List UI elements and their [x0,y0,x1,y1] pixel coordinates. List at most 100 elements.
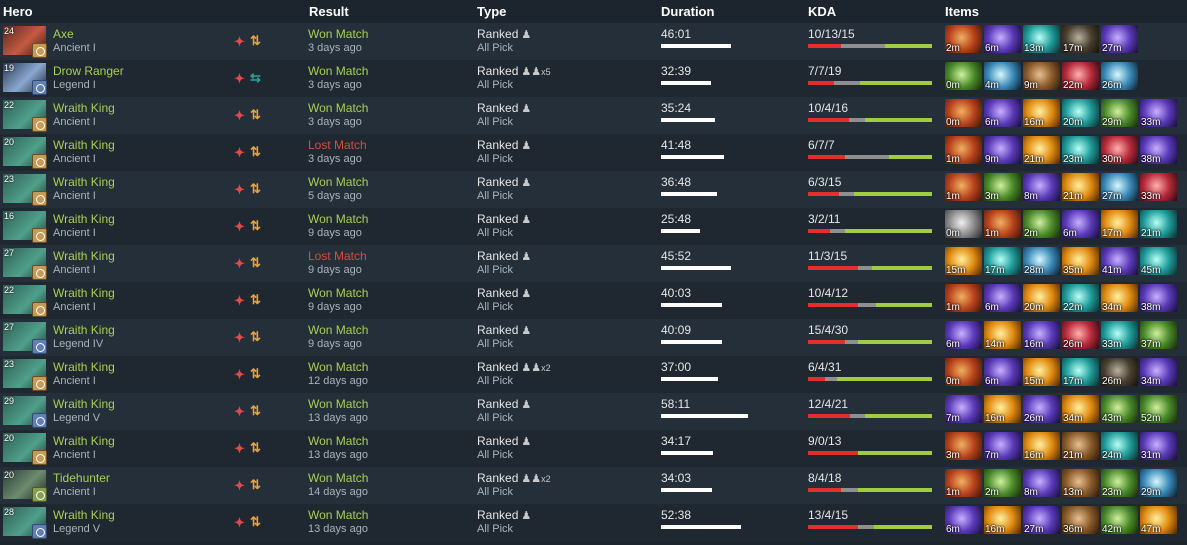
match-result-link[interactable]: Won Match [308,101,368,115]
hero-name-link[interactable]: Wraith King [53,434,115,448]
item-icon[interactable]: 0m [945,62,982,90]
item-icon[interactable]: 1m [945,284,982,312]
item-icon[interactable]: 9m [984,136,1021,164]
item-icon[interactable]: 38m [1140,136,1177,164]
item-icon[interactable]: 27m [1023,506,1060,534]
item-icon[interactable]: 15m [1023,358,1060,386]
match-result-link[interactable]: Lost Match [308,138,367,152]
item-icon[interactable]: 43m [1101,395,1138,423]
match-result-link[interactable]: Won Match [308,508,368,522]
item-icon[interactable]: 14m [984,321,1021,349]
item-icon[interactable]: 26m [1101,358,1138,386]
item-icon[interactable]: 4m [984,62,1021,90]
item-icon[interactable]: 38m [1140,284,1177,312]
item-icon[interactable]: 34m [1062,395,1099,423]
header-result[interactable]: Result [309,4,349,19]
table-row[interactable]: 24 Axe Ancient I ✦ ⇅ Won Match 3 days ago Ranke… [0,23,1187,60]
hero-name-link[interactable]: Wraith King [53,101,115,115]
item-icon[interactable]: 27m [1101,25,1138,53]
hero-name-link[interactable]: Wraith King [53,138,115,152]
item-icon[interactable]: 8m [1023,173,1060,201]
hero-name-link[interactable]: Wraith King [53,286,115,300]
match-result-link[interactable]: Won Match [308,323,368,337]
item-icon[interactable]: 2m [945,25,982,53]
item-icon[interactable]: 47m [1140,506,1177,534]
table-row[interactable]: 20 Tidehunter Ancient I ✦ ⇅ Won Match 14 days … [0,467,1187,504]
item-icon[interactable]: 16m [984,395,1021,423]
table-row[interactable]: 22 Wraith King Ancient I ✦ ⇅ Won Match 3 days … [0,97,1187,134]
match-result-link[interactable]: Won Match [308,64,368,78]
item-icon[interactable]: 17m [1062,25,1099,53]
table-row[interactable]: 23 Wraith King Ancient I ✦ ⇅ Won Match 12 days… [0,356,1187,393]
item-icon[interactable]: 17m [1101,210,1138,238]
table-row[interactable]: 20 Wraith King Ancient I ✦ ⇅ Won Match 13 days… [0,430,1187,467]
item-icon[interactable]: 26m [1062,321,1099,349]
table-row[interactable]: 28 Wraith King Legend V ✦ ⇅ Won Match 13 days … [0,504,1187,541]
table-row[interactable]: 27 Wraith King Legend IV ✦ ⇅ Won Match 9 days … [0,319,1187,356]
hero-name-link[interactable]: Tidehunter [53,471,110,485]
hero-name-link[interactable]: Wraith King [53,397,115,411]
item-icon[interactable]: 6m [984,99,1021,127]
table-row[interactable]: 22 Wraith King Ancient I ✦ ⇅ Won Match 9 days … [0,282,1187,319]
hero-name-link[interactable]: Drow Ranger [53,64,124,78]
item-icon[interactable]: 29m [1140,469,1177,497]
item-icon[interactable]: 6m [945,506,982,534]
header-kda[interactable]: KDA [808,4,836,19]
match-result-link[interactable]: Won Match [308,397,368,411]
table-row[interactable]: 20 Wraith King Ancient I ✦ ⇅ Lost Match 3 days… [0,134,1187,171]
item-icon[interactable]: 52m [1140,395,1177,423]
table-row[interactable]: 23 Wraith King Ancient I ✦ ⇅ Won Match 5 days … [0,171,1187,208]
item-icon[interactable]: 20m [1062,99,1099,127]
hero-name-link[interactable]: Wraith King [53,360,115,374]
item-icon[interactable]: 3m [945,432,982,460]
item-icon[interactable]: 30m [1101,136,1138,164]
item-icon[interactable]: 2m [984,469,1021,497]
match-result-link[interactable]: Won Match [308,434,368,448]
match-result-link[interactable]: Won Match [308,212,368,226]
item-icon[interactable]: 0m [945,99,982,127]
hero-name-link[interactable]: Axe [53,27,74,41]
item-icon[interactable]: 1m [984,210,1021,238]
item-icon[interactable]: 26m [1101,62,1138,90]
item-icon[interactable]: 21m [1140,210,1177,238]
item-icon[interactable]: 6m [984,284,1021,312]
item-icon[interactable]: 36m [1062,506,1099,534]
header-type[interactable]: Type [477,4,506,19]
hero-name-link[interactable]: Wraith King [53,249,115,263]
item-icon[interactable]: 16m [1023,99,1060,127]
item-icon[interactable]: 24m [1101,432,1138,460]
item-icon[interactable]: 7m [984,432,1021,460]
item-icon[interactable]: 33m [1140,173,1177,201]
item-icon[interactable]: 34m [1101,284,1138,312]
item-icon[interactable]: 7m [945,395,982,423]
item-icon[interactable]: 35m [1062,247,1099,275]
item-icon[interactable]: 23m [1101,469,1138,497]
item-icon[interactable]: 0m [945,210,982,238]
item-icon[interactable]: 6m [984,25,1021,53]
item-icon[interactable]: 3m [984,173,1021,201]
item-icon[interactable]: 27m [1101,173,1138,201]
header-hero[interactable]: Hero [3,4,33,19]
item-icon[interactable]: 13m [1062,469,1099,497]
item-icon[interactable]: 16m [1023,321,1060,349]
match-result-link[interactable]: Won Match [308,360,368,374]
item-icon[interactable]: 45m [1140,247,1177,275]
item-icon[interactable]: 22m [1062,284,1099,312]
item-icon[interactable]: 9m [1023,62,1060,90]
item-icon[interactable]: 21m [1023,136,1060,164]
item-icon[interactable]: 6m [1062,210,1099,238]
item-icon[interactable]: 33m [1101,321,1138,349]
match-result-link[interactable]: Won Match [308,286,368,300]
item-icon[interactable]: 28m [1023,247,1060,275]
item-icon[interactable]: 8m [1023,469,1060,497]
item-icon[interactable]: 21m [1062,173,1099,201]
item-icon[interactable]: 17m [1062,358,1099,386]
hero-name-link[interactable]: Wraith King [53,508,115,522]
item-icon[interactable]: 34m [1140,358,1177,386]
item-icon[interactable]: 21m [1062,432,1099,460]
match-result-link[interactable]: Won Match [308,175,368,189]
item-icon[interactable]: 20m [1023,284,1060,312]
item-icon[interactable]: 26m [1023,395,1060,423]
table-row[interactable]: 27 Wraith King Ancient I ✦ ⇅ Lost Match 9 days… [0,245,1187,282]
item-icon[interactable]: 22m [1062,62,1099,90]
